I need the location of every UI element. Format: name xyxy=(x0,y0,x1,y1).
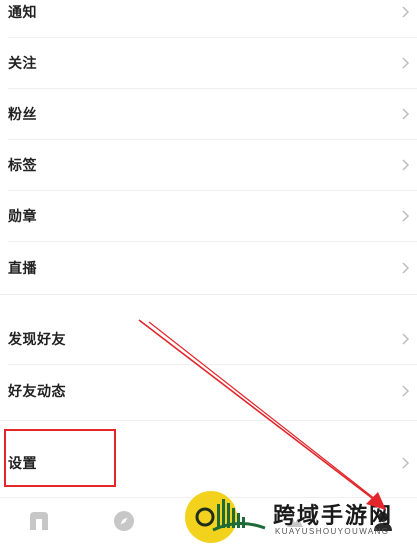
chevron-right-icon xyxy=(399,456,413,470)
menu-item-label: 发现好友 xyxy=(8,332,66,348)
chevron-right-icon xyxy=(399,384,413,398)
chevron-right-icon xyxy=(399,209,413,223)
section-divider xyxy=(0,420,417,421)
chevron-right-icon xyxy=(399,5,413,19)
menu-item-following[interactable]: 关注 xyxy=(8,38,417,89)
chevron-right-icon xyxy=(399,158,413,172)
menu-item-badges[interactable]: 勋章 xyxy=(8,191,417,242)
tab-home[interactable] xyxy=(26,510,52,536)
menu-item-live[interactable]: 直播 xyxy=(8,242,417,293)
menu-item-tags[interactable]: 标签 xyxy=(8,140,417,191)
home-n-icon xyxy=(28,510,50,536)
menu-item-label: 勋章 xyxy=(8,209,37,225)
section-divider xyxy=(0,294,417,295)
menu-item-fans[interactable]: 粉丝 xyxy=(8,89,417,140)
tab-activity[interactable] xyxy=(282,510,308,536)
activity-icon xyxy=(284,510,306,536)
menu-item-label: 通知 xyxy=(8,5,37,21)
chevron-right-icon xyxy=(399,107,413,121)
menu-item-label: 好友动态 xyxy=(8,383,66,400)
chevron-right-icon xyxy=(399,332,413,346)
bottom-tab-bar xyxy=(0,497,417,547)
menu-item-notifications[interactable]: 通知 xyxy=(8,0,417,38)
menu-item-label: 关注 xyxy=(8,56,37,72)
menu-item-label: 直播 xyxy=(8,260,37,277)
tab-profile[interactable] xyxy=(370,510,396,536)
chevron-right-icon xyxy=(399,56,413,70)
menu-item-friend-activity[interactable]: 好友动态 xyxy=(8,365,417,416)
menu-item-label: 粉丝 xyxy=(8,107,37,123)
chevron-right-icon xyxy=(399,261,413,275)
profile-icon xyxy=(372,510,394,536)
compass-icon xyxy=(113,510,135,536)
menu-item-label: 设置 xyxy=(8,455,37,472)
tab-discover[interactable] xyxy=(111,510,137,536)
menu-item-label: 标签 xyxy=(8,158,37,174)
menu-item-settings[interactable]: 设置 xyxy=(8,437,417,488)
menu-item-find-friends[interactable]: 发现好友 xyxy=(8,314,417,365)
